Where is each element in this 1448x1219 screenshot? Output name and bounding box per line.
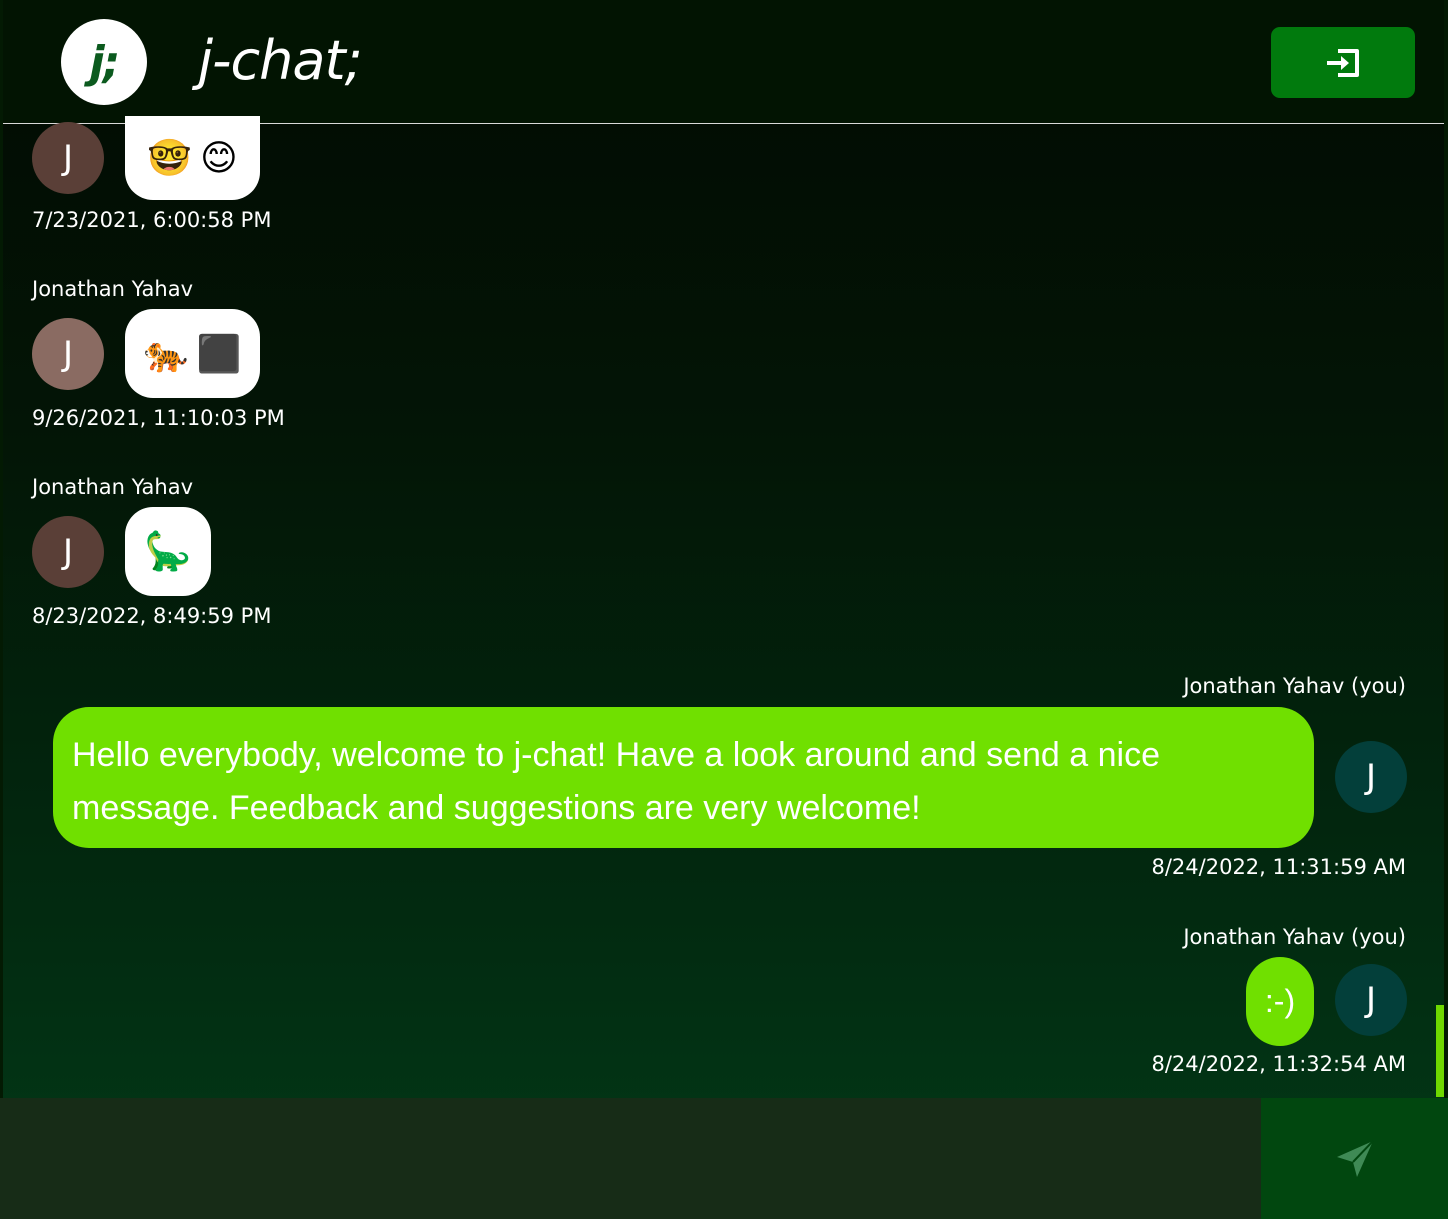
message-timestamp: 7/23/2021, 6:00:58 PM	[32, 208, 272, 232]
message-timestamp: 9/26/2021, 11:10:03 PM	[32, 406, 285, 430]
nerd-face-icon: 🤓	[147, 138, 193, 179]
avatar[interactable]: J	[32, 122, 104, 194]
message-bubble[interactable]: 🐅 ⬛	[125, 309, 260, 398]
message-timestamp: 8/24/2022, 11:32:54 AM	[1151, 1052, 1406, 1076]
message-bubble[interactable]: :-)	[1246, 957, 1314, 1046]
message-bubble[interactable]: 🦕	[125, 507, 211, 596]
message-list[interactable]: J 🤓 😊 7/23/2021, 6:00:58 PM Jonathan Yah…	[0, 116, 1448, 1098]
send-icon	[1336, 1139, 1374, 1177]
logout-button[interactable]	[1271, 27, 1415, 98]
message-bubble[interactable]: 🤓 😊	[125, 116, 260, 200]
message-sender: Jonathan Yahav	[32, 475, 194, 499]
app-logo: j;	[61, 19, 147, 105]
message-timestamp: 8/23/2022, 8:49:59 PM	[32, 604, 272, 628]
message-sender: Jonathan Yahav	[32, 277, 194, 301]
scrollbar-thumb[interactable]	[1436, 1005, 1444, 1097]
avatar[interactable]: J	[32, 516, 104, 588]
black-square-icon: ⬛	[196, 333, 242, 375]
logout-icon	[1327, 48, 1359, 77]
message-timestamp: 8/24/2022, 11:31:59 AM	[1151, 855, 1406, 879]
avatar-letter: J	[62, 334, 74, 374]
send-button[interactable]	[1261, 1098, 1448, 1219]
chat-app: j; j-chat; J 🤓 😊 7/23/2021, 6:00:58 PM J…	[0, 0, 1448, 1219]
message-sender: Jonathan Yahav (you)	[1183, 674, 1406, 698]
avatar-letter: J	[62, 532, 74, 572]
logo-text: j;	[89, 36, 121, 88]
avatar-letter: J	[1365, 757, 1377, 797]
message-input[interactable]	[0, 1098, 1261, 1219]
avatar-letter: J	[1365, 980, 1377, 1020]
avatar-letter: J	[62, 138, 74, 178]
tiger-icon: 🐅	[143, 333, 189, 375]
message-bubble[interactable]: Hello everybody, welcome to j-chat! Have…	[53, 707, 1314, 848]
avatar[interactable]: J	[1335, 741, 1407, 813]
avatar[interactable]: J	[32, 318, 104, 390]
app-header: j; j-chat;	[0, 0, 1448, 124]
message-composer	[0, 1098, 1448, 1219]
avatar[interactable]: J	[1335, 964, 1407, 1036]
message-sender: Jonathan Yahav (you)	[1183, 925, 1406, 949]
smiling-face-icon: 😊	[200, 137, 238, 179]
sauropod-icon: 🦕	[144, 529, 192, 573]
app-title: j-chat;	[198, 29, 363, 92]
